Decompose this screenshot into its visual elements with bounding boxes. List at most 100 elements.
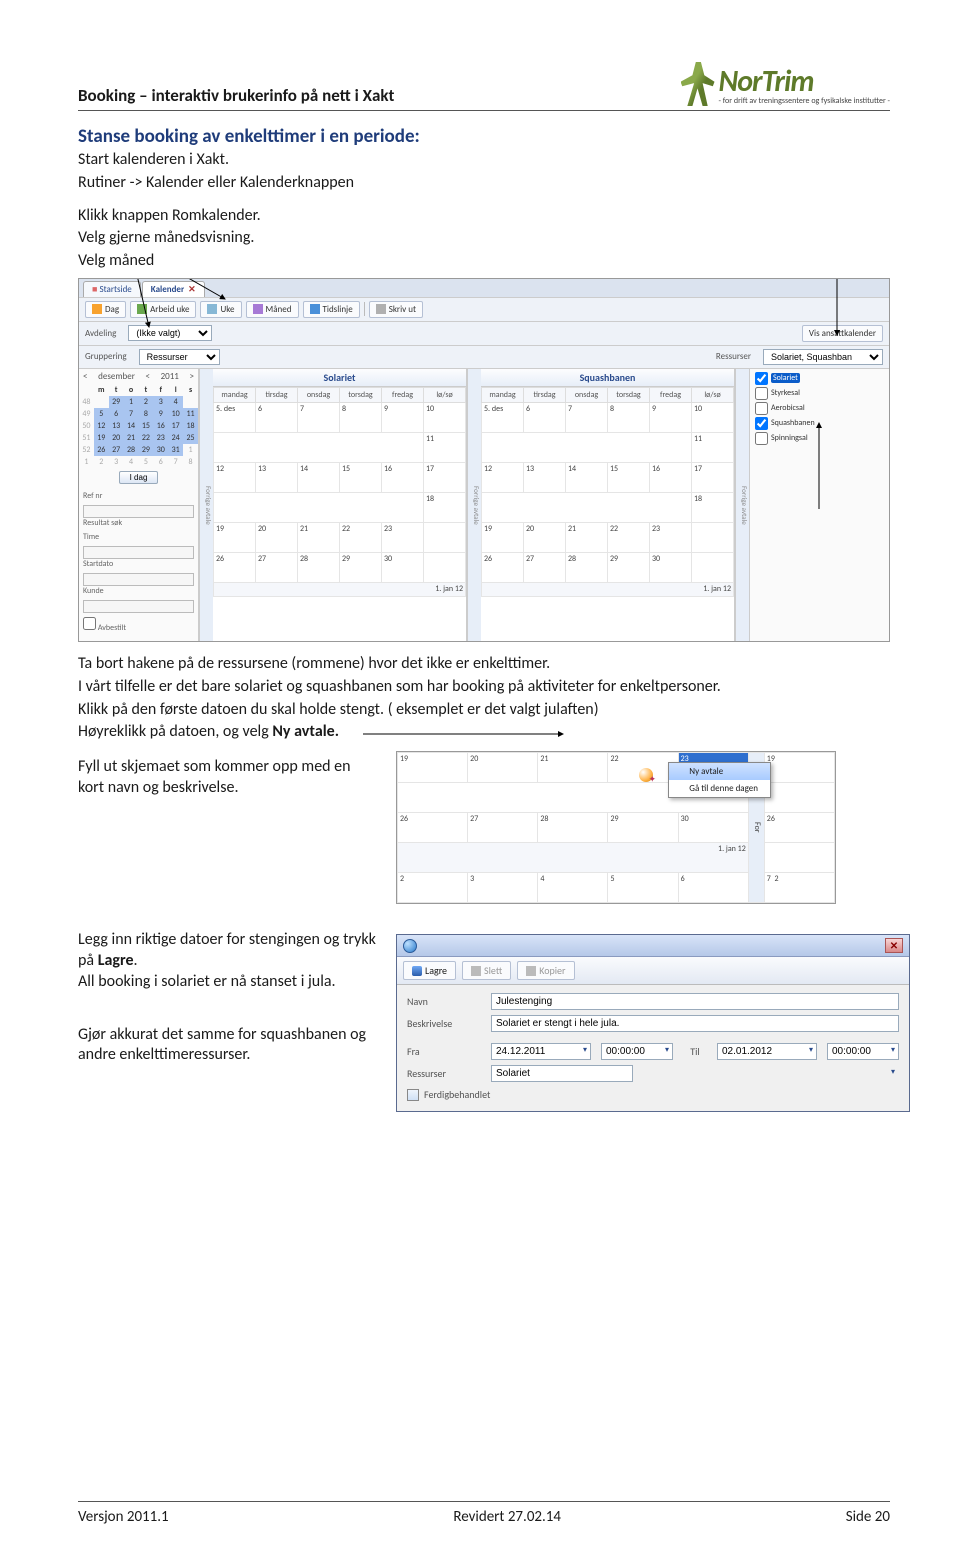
menu-ga-til-dagen[interactable]: Gå til denne dagen: [669, 780, 770, 797]
time-input[interactable]: [83, 546, 194, 559]
footer-version: Versjon 2011.1: [78, 1508, 169, 1526]
intro-line-5: Velg måned: [78, 251, 890, 272]
fra-dato-input[interactable]: [491, 1043, 591, 1060]
kunde-input[interactable]: [83, 600, 194, 613]
print-icon: [376, 304, 386, 314]
til-dato-input[interactable]: [717, 1043, 817, 1060]
navn-label: Navn: [407, 995, 481, 1008]
mid-p2: I vårt tilfelle er det bare solariet og …: [78, 677, 890, 698]
forrige-avtale-tab-left[interactable]: Forrige avtale: [199, 369, 213, 641]
resources-panel: Solariet Styrkesal Aerobicsal Squashbane…: [749, 369, 889, 641]
ressurser-label: Ressurser: [716, 351, 751, 362]
globe-icon: [403, 939, 417, 953]
startdato-input[interactable]: [83, 573, 194, 586]
calendar-squashbanen[interactable]: Squashbanen mandagtirsdagonsdagtorsdagfr…: [481, 369, 735, 641]
tidslinje-icon: [310, 304, 320, 314]
close-icon[interactable]: ✕: [188, 284, 196, 295]
dag-button[interactable]: Dag: [85, 301, 126, 318]
ressurser-input[interactable]: [491, 1065, 633, 1082]
calendar-solariet[interactable]: Solariet mandagtirsdagonsdagtorsdagfreda…: [213, 369, 467, 641]
gruppering-label: Gruppering: [85, 351, 127, 362]
mini-calendar[interactable]: mtotfls 48291234 49567891011 50121314151…: [79, 384, 198, 468]
lagre-button[interactable]: Lagre: [403, 961, 456, 980]
resource-checkbox[interactable]: [755, 402, 768, 415]
page-footer: Versjon 2011.1 Revidert 27.02.14 Side 20: [78, 1501, 890, 1526]
mini-calendar-year[interactable]: 2011: [161, 371, 179, 382]
page-header: Booking – interaktiv brukerinfo på nett …: [78, 62, 890, 106]
repeat-para: Gjør akkurat det samme for squashbanen o…: [78, 1025, 378, 1067]
new-appointment-icon: [639, 768, 653, 782]
beskrivelse-input[interactable]: [491, 1015, 899, 1032]
navn-input[interactable]: [491, 993, 899, 1010]
avtale-dialog: ✕ Lagre Slett Kopier Navn Beskrivelse Fr…: [396, 934, 910, 1112]
resource-checkbox[interactable]: [755, 417, 768, 430]
idag-button[interactable]: I dag: [119, 471, 159, 484]
avbestilt-checkbox[interactable]: [83, 617, 96, 630]
resource-item[interactable]: Squashbanen: [754, 416, 885, 431]
context-menu: Ny avtale Gå til denne dagen: [668, 762, 771, 798]
xakt-calendar-screenshot: ■ Startside Kalender✕ Dag Arbeid uke Uke…: [78, 278, 890, 642]
neste-avtale-tab[interactable]: Forrige avtale: [735, 369, 749, 641]
filter-bar-2: Gruppering Ressurser Ressurser Solariet,…: [79, 346, 889, 369]
mid-p3: Klikk på den første datoen du skal holde…: [78, 700, 890, 721]
til-tid-input[interactable]: [827, 1043, 899, 1060]
resultat-label: Resultat søk: [83, 518, 194, 528]
beskrivelse-label: Beskrivelse: [407, 1017, 481, 1030]
next-year-button[interactable]: >: [189, 371, 193, 382]
vis-ansattkalender-button[interactable]: Vis ansattkalender: [802, 325, 883, 342]
save-icon: [412, 966, 422, 976]
kopier-button[interactable]: Kopier: [517, 961, 574, 980]
prev-month-button[interactable]: <: [83, 371, 87, 382]
context-menu-screenshot: 1920212223For19 262728293026 1. jan 12 2…: [396, 751, 836, 904]
resource-checkbox[interactable]: [755, 432, 768, 445]
refnr-input[interactable]: [83, 505, 194, 518]
ressurser-select[interactable]: Solariet, Squashbanen: [763, 349, 883, 365]
ferdigbehandlet-checkbox[interactable]: [407, 1089, 419, 1101]
tab-startside[interactable]: ■ Startside: [83, 281, 141, 297]
mini-calendar-month[interactable]: desember: [98, 371, 135, 382]
resource-checkbox[interactable]: [755, 387, 768, 400]
time-label: Time: [83, 532, 194, 542]
maned-icon: [253, 304, 263, 314]
logo-subtitle: - for drift av treningssentere og fysika…: [719, 96, 890, 106]
startdato-label: Startdato: [83, 559, 194, 569]
uke-button[interactable]: Uke: [200, 301, 241, 318]
tab-kalender[interactable]: Kalender✕: [142, 281, 205, 297]
nortrim-logo: NorTrim - for drift av treningssentere o…: [681, 62, 890, 106]
ferdigbehandlet-label: Ferdigbehandlet: [424, 1088, 490, 1101]
kunde-label: Kunde: [83, 586, 194, 596]
gruppering-select[interactable]: Ressurser: [139, 349, 220, 365]
dates-l2: All booking i solariet er nå stanset i j…: [78, 972, 378, 993]
dialog-close-button[interactable]: ✕: [885, 938, 903, 953]
header-rule: [78, 110, 890, 111]
resource-item[interactable]: Aerobicsal: [754, 401, 885, 416]
footer-revised: Revidert 27.02.14: [453, 1508, 561, 1526]
copy-icon: [526, 966, 536, 976]
view-toolbar: Dag Arbeid uke Uke Måned Tidslinje Skriv…: [79, 297, 889, 322]
resource-item[interactable]: Solariet: [754, 371, 885, 386]
resource-item[interactable]: Spinningsal: [754, 431, 885, 446]
uke-icon: [207, 304, 217, 314]
intro-line-3: Klikk knappen Romkalender.: [78, 206, 890, 227]
refnr-label: Ref nr: [83, 491, 194, 501]
document-title: Booking – interaktiv brukerinfo på nett …: [78, 85, 394, 106]
prev-year-button[interactable]: <: [145, 371, 149, 382]
fra-tid-input[interactable]: [601, 1043, 673, 1060]
calendar-b-title: Squashbanen: [481, 369, 734, 387]
ressurser-label: Ressurser: [407, 1067, 481, 1080]
mid-p4: Høyreklikk på datoen, og velg Ny avtale.: [78, 722, 890, 743]
forrige-avtale-tab-mid[interactable]: Forrige avtale: [467, 369, 481, 641]
dates-l1: Legg inn riktige datoer for stengingen o…: [78, 930, 378, 972]
tidslinje-button[interactable]: Tidslinje: [303, 301, 360, 318]
footer-page: Side 20: [846, 1508, 890, 1526]
slett-button[interactable]: Slett: [462, 961, 511, 980]
menu-ny-avtale[interactable]: Ny avtale: [669, 763, 770, 780]
skriv-ut-button[interactable]: Skriv ut: [369, 301, 423, 318]
arbeid-uke-icon: [137, 304, 147, 314]
maned-button[interactable]: Måned: [246, 301, 299, 318]
resource-checkbox[interactable]: [755, 372, 768, 385]
avdeling-select[interactable]: (Ikke valgt): [128, 325, 212, 341]
resource-item[interactable]: Styrkesal: [754, 386, 885, 401]
fill-form-text: Fyll ut skjemaet som kommer opp med en k…: [78, 757, 378, 799]
arbeid-uke-button[interactable]: Arbeid uke: [130, 301, 196, 318]
